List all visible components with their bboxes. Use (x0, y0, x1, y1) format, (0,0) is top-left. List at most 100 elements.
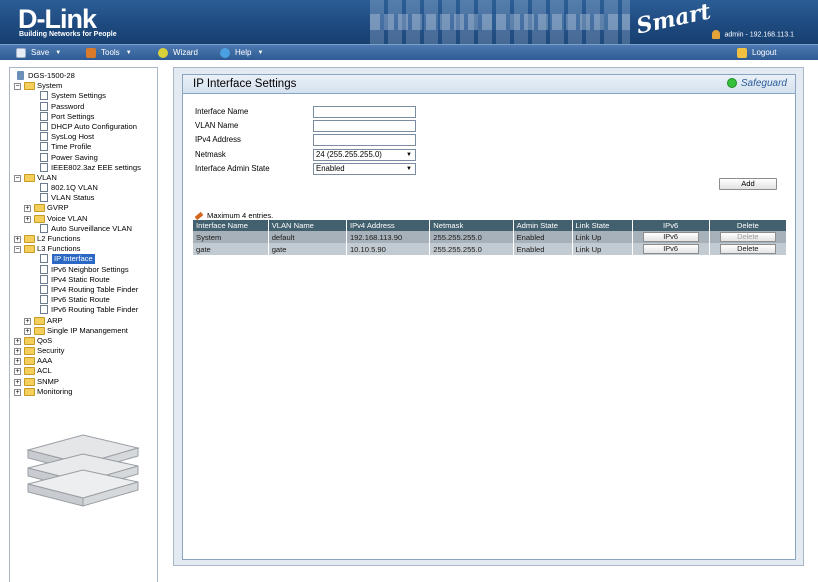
admin-state-label: Interface Admin State (195, 164, 270, 173)
sidebar-item-password[interactable]: Password (14, 101, 156, 112)
ipv6-button[interactable]: IPv6 (642, 232, 699, 242)
ipv4-address-input[interactable] (313, 134, 416, 146)
netmask-cell: 255.255.255.0 (429, 231, 514, 243)
sidebar-item-ip-interface[interactable]: IP Interface (14, 254, 156, 265)
add-button[interactable]: Add (719, 178, 777, 190)
page-icon (40, 284, 48, 294)
safeguard-indicator[interactable]: Safeguard (726, 78, 787, 89)
switch-ports-graphic-row (370, 14, 630, 30)
delete-cell: Delete (709, 243, 788, 255)
sidebar-item-label: System (37, 81, 63, 91)
column-header: Admin State (513, 220, 573, 231)
sidebar-item-power-saving[interactable]: Power Saving (14, 152, 156, 163)
sidebar-item-label: VLAN Status (51, 193, 95, 203)
sidebar-item-arp[interactable]: + ARP (14, 316, 156, 326)
table-row: System default 192.168.113.90 255.255.25… (193, 231, 788, 243)
sidebar-item-ipv4-static-route[interactable]: IPv4 Static Route (14, 274, 156, 285)
sidebar-item-ipv4-routing-table-finder[interactable]: IPv4 Routing Table Finder (14, 284, 156, 295)
interface-name-cell: System (193, 231, 269, 243)
ip-interface-panel: IP Interface Settings Safeguard Interfac… (182, 74, 796, 560)
save-icon (16, 48, 26, 58)
expand-icon[interactable]: + (24, 215, 31, 223)
sidebar-item-802-1q-vlan[interactable]: 802.1Q VLAN (14, 183, 156, 193)
sidebar-item-ipv6-neighbor-settings[interactable]: IPv6 Neighbor Settings (14, 264, 156, 275)
sidebar-item-label: IPv4 Static Route (51, 274, 110, 284)
folder-icon (34, 204, 45, 213)
sidebar-item-qos[interactable]: + QoS (14, 336, 156, 346)
page-icon (40, 295, 48, 305)
interface-name-input[interactable] (313, 106, 416, 118)
interface-name-cell: gate (193, 243, 269, 255)
help-menu[interactable]: Help ▼ (220, 47, 263, 59)
sidebar-item-port-settings[interactable]: Port Settings (14, 111, 156, 122)
sidebar-item-syslog-host[interactable]: SysLog Host (14, 132, 156, 142)
help-icon (220, 48, 230, 58)
wizard-menu[interactable]: Wizard (158, 47, 198, 59)
wizard-icon (158, 47, 168, 58)
sidebar-item-voice-vlan[interactable]: + Voice VLAN (14, 214, 156, 224)
expand-icon[interactable]: + (14, 337, 21, 345)
vlan-name-input[interactable] (313, 120, 416, 132)
expand-icon[interactable]: + (14, 378, 21, 386)
sidebar-item-system[interactable]: − System (14, 81, 156, 91)
tree-root[interactable]: DGS-1500-28 (14, 71, 156, 81)
sidebar-item-vlan-status[interactable]: VLAN Status (14, 193, 156, 203)
expand-icon[interactable]: + (24, 327, 31, 335)
sidebar-item-system-settings[interactable]: System Settings (14, 91, 156, 101)
expand-icon[interactable]: + (14, 368, 21, 376)
admin-state-selected-value: Enabled (316, 164, 345, 173)
vlan-name-cell: default (268, 231, 347, 243)
column-header: Interface Name (193, 220, 269, 231)
folder-icon (24, 357, 35, 366)
sidebar-item-monitoring[interactable]: + Monitoring (14, 387, 156, 397)
ip-interface-table: Interface Name VLAN Name IPv4 Address Ne… (193, 220, 788, 255)
logout-link[interactable]: Logout (737, 47, 776, 59)
sidebar-item-l3-functions[interactable]: − L3 Functions (14, 244, 156, 254)
expand-icon[interactable]: + (24, 205, 31, 213)
sidebar-item-label: IPv6 Routing Table Finder (51, 305, 139, 315)
save-menu-label: Save (31, 48, 50, 58)
expand-icon[interactable]: + (14, 348, 21, 356)
navigation-tree-panel: DGS-1500-28 − System System Settings Passwo… (9, 67, 158, 582)
collapse-icon[interactable]: − (14, 174, 21, 182)
sidebar-item-auto-surveillance-vlan[interactable]: Auto Surveillance VLAN (14, 223, 156, 234)
link-state-cell: Link Up (572, 231, 633, 243)
sidebar-item-ipv6-routing-table-finder[interactable]: IPv6 Routing Table Finder (14, 305, 156, 315)
sidebar-item-single-ip-manangement[interactable]: + Single IP Manangement (14, 326, 156, 336)
sidebar-item-dhcp-auto-configuration[interactable]: DHCP Auto Configuration (14, 121, 156, 132)
sidebar-item-vlan[interactable]: − VLAN (14, 173, 156, 183)
expand-icon[interactable]: + (24, 317, 31, 325)
folder-icon (24, 377, 35, 386)
switch-device-image (26, 434, 140, 507)
sidebar-item-ipv6-static-route[interactable]: IPv6 Static Route (14, 295, 156, 305)
switch-icon (17, 71, 24, 80)
expand-icon[interactable]: + (14, 236, 21, 243)
collapse-icon[interactable]: − (14, 246, 21, 254)
tools-menu[interactable]: Tools ▼ (86, 47, 132, 59)
sidebar-item-time-profile[interactable]: Time Profile (14, 142, 156, 152)
tree-root-label: DGS-1500-28 (28, 71, 75, 80)
page-icon (40, 142, 48, 152)
sidebar-item-aaa[interactable]: + AAA (14, 356, 156, 366)
folder-icon (34, 316, 45, 325)
delete-button[interactable]: Delete (719, 244, 776, 254)
sidebar-item-ieee802-3az-eee-settings[interactable]: IEEE802.3az EEE settings (14, 162, 156, 173)
sidebar-item-acl[interactable]: + ACL (14, 366, 156, 376)
save-menu[interactable]: Save ▼ (16, 47, 61, 59)
ipv6-button[interactable]: IPv6 (642, 244, 699, 254)
collapse-icon[interactable]: − (14, 83, 21, 91)
expand-icon[interactable]: + (14, 388, 21, 396)
delete-cell: Delete (709, 231, 788, 243)
expand-icon[interactable]: + (14, 358, 21, 366)
sidebar-item-snmp[interactable]: + SNMP (14, 377, 156, 387)
vlan-name-label: VLAN Name (195, 121, 239, 130)
admin-state-select[interactable]: Enabled ▼ (313, 163, 416, 175)
sidebar-item-l2-functions[interactable]: + L2 Functions (14, 234, 156, 244)
table-header-row: Interface Name VLAN Name IPv4 Address Ne… (193, 220, 788, 231)
folder-icon (24, 367, 35, 376)
netmask-select[interactable]: 24 (255.255.255.0) ▼ (313, 149, 416, 161)
sidebar-item-label: SNMP (37, 376, 59, 386)
sidebar-item-security[interactable]: + Security (14, 346, 156, 356)
sidebar-item-gvrp[interactable]: + GVRP (14, 203, 156, 213)
column-header: IPv6 (632, 220, 710, 231)
